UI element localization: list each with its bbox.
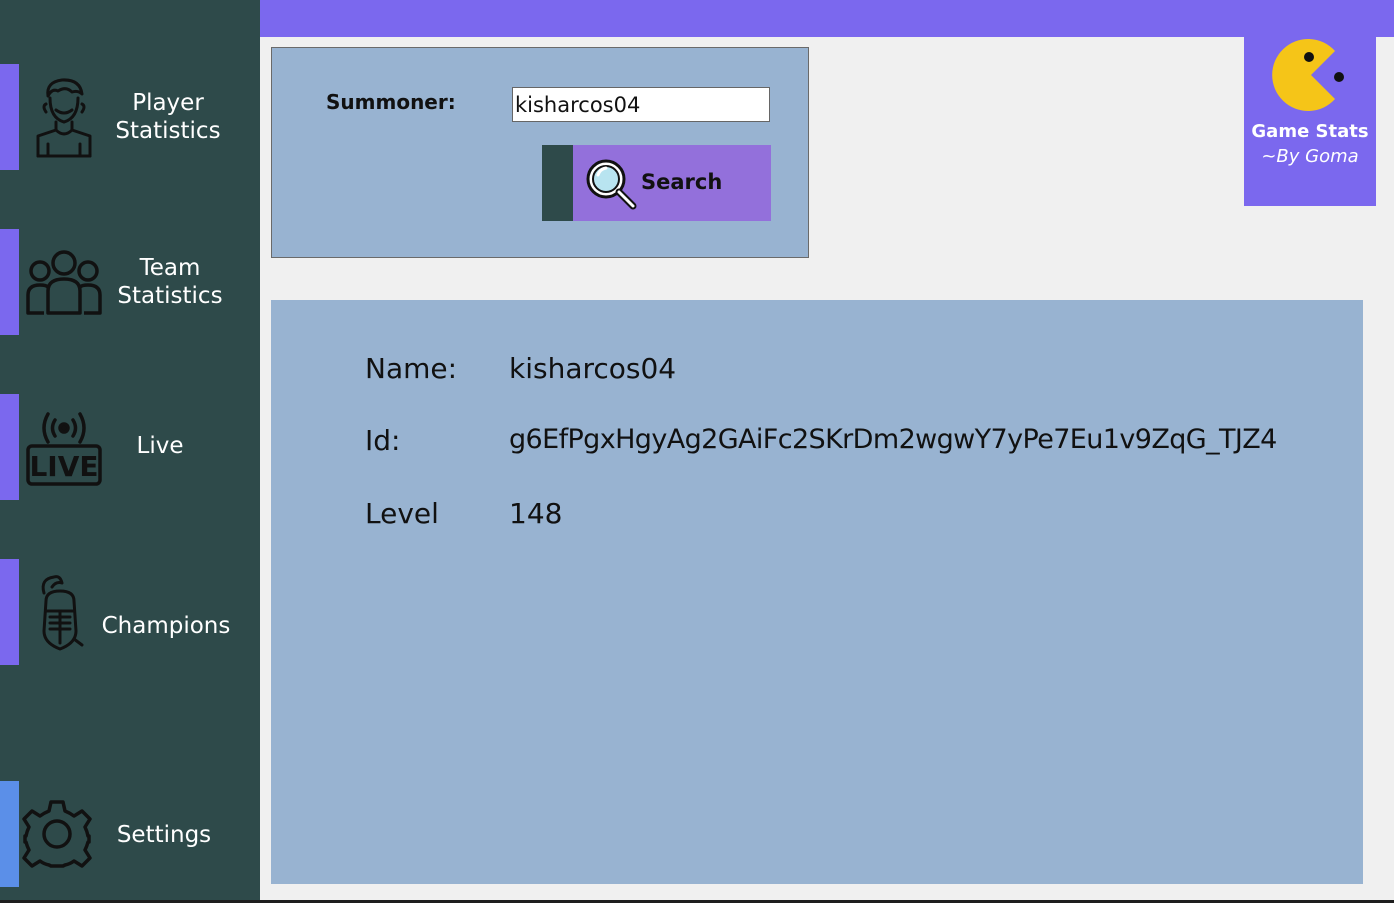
sidebar-item-label: Team Statistics [117, 255, 223, 309]
level-label: Level [365, 497, 439, 530]
nav-accent-bar [0, 229, 19, 335]
level-value: 148 [509, 497, 563, 530]
pacman-icon [1272, 39, 1344, 111]
player-icon [36, 78, 92, 158]
search-panel: Summoner: Search [271, 47, 809, 258]
logo-title: Game Stats [1251, 121, 1369, 142]
live-icon: LIVE [26, 412, 102, 486]
sidebar-item-team-statistics[interactable]: Team Statistics [0, 229, 260, 335]
player-info-panel: Name: kisharcos04 Id: g6EfPgxHgyAg2GAiFc… [271, 300, 1363, 884]
nav-accent-bar [0, 781, 19, 887]
sidebar: Player Statistics Team Statistics LIVE L… [0, 0, 260, 900]
gear-icon [22, 800, 92, 868]
magnifier-icon [586, 159, 637, 210]
top-bar [260, 0, 1394, 37]
app-window: Player Statistics Team Statistics LIVE L… [0, 0, 1394, 900]
nav-accent-bar [0, 394, 19, 500]
summoner-label: Summoner: [326, 90, 456, 114]
sidebar-item-label: Settings [116, 822, 212, 848]
app-logo: Game Stats ~By Goma [1244, 37, 1376, 206]
search-button-label: Search [641, 170, 723, 194]
sidebar-item-settings[interactable]: Settings [0, 781, 260, 887]
knight-helmet-icon [41, 575, 84, 651]
search-button[interactable]: Search [542, 145, 771, 221]
summoner-input[interactable] [512, 87, 770, 122]
team-icon [26, 250, 102, 315]
logo-subtitle: ~By Goma [1261, 146, 1359, 167]
id-label: Id: [365, 424, 401, 457]
id-value: g6EfPgxHgyAg2GAiFc2SKrDm2wgwY7yPe7Eu1v9Z… [509, 424, 1277, 455]
sidebar-item-label: Champions [101, 613, 231, 639]
nav-accent-bar [0, 64, 19, 170]
sidebar-item-label: Player Statistics [115, 90, 221, 144]
sidebar-item-label: Live [136, 433, 184, 459]
svg-text:LIVE: LIVE [29, 450, 98, 483]
name-label: Name: [365, 352, 458, 385]
name-value: kisharcos04 [509, 352, 677, 385]
nav-accent-bar [0, 559, 19, 665]
sidebar-item-live[interactable]: LIVE Live [0, 394, 260, 500]
search-button-accent [542, 145, 573, 221]
sidebar-item-champions[interactable]: Champions [0, 559, 260, 665]
sidebar-item-player-statistics[interactable]: Player Statistics [0, 64, 260, 170]
